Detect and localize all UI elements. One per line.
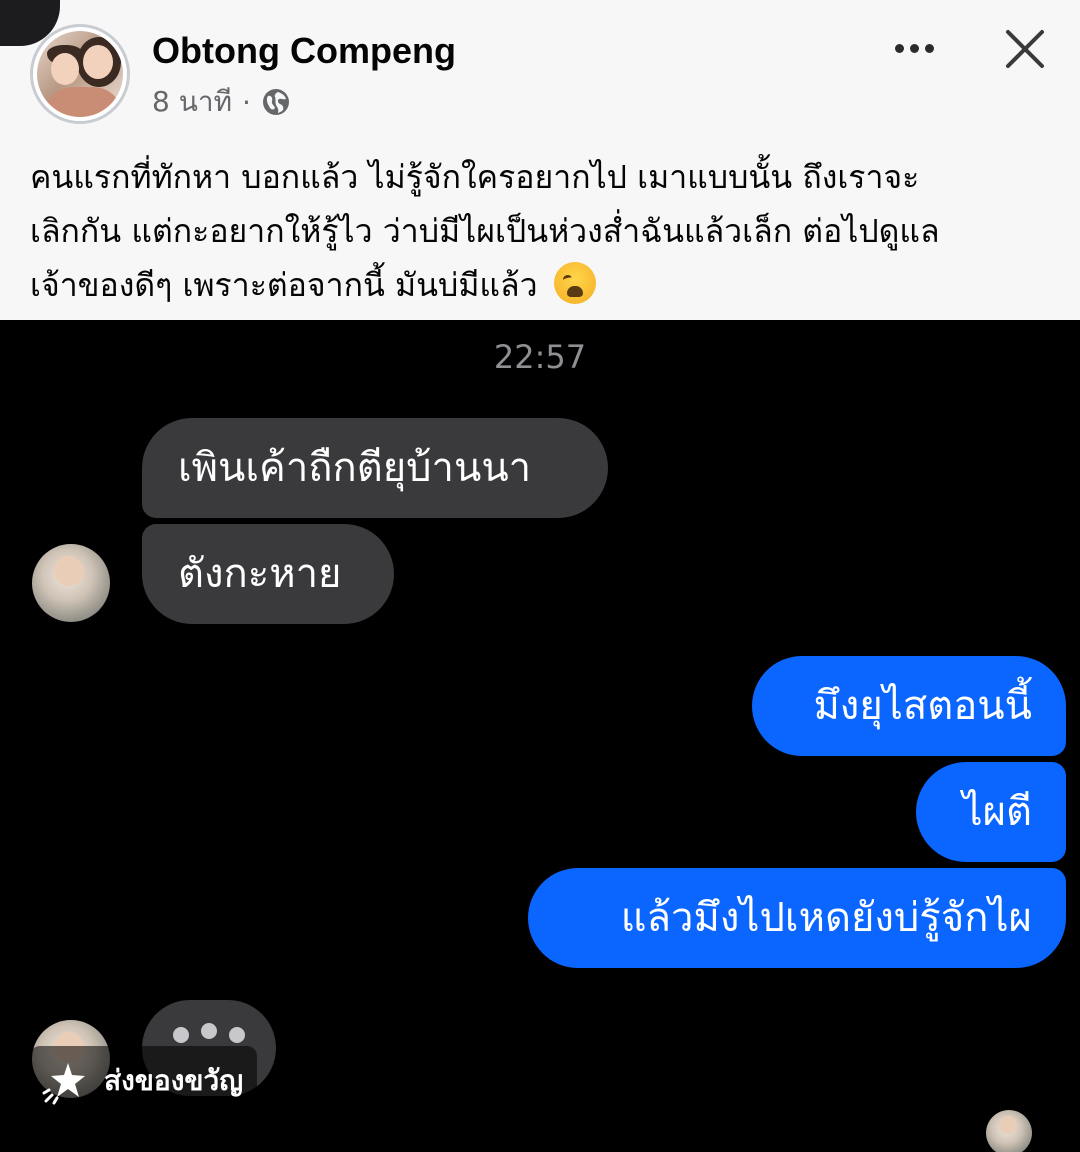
incoming-message-bubble: เพินเค้าถืกตียุบ้านนา [142, 418, 608, 518]
post-meta: 8 นาที · [152, 80, 291, 124]
contact-avatar [32, 544, 110, 622]
typing-dot-icon [173, 1027, 189, 1043]
typing-dot-icon [201, 1023, 217, 1039]
seen-receipt-avatar [986, 1110, 1032, 1152]
meta-separator: · [242, 85, 251, 119]
post-card: Obtong Compeng 8 นาที · คนแรกที่ทักหา บอ… [0, 0, 1080, 320]
avatar-photo [37, 31, 123, 117]
more-options-button[interactable] [888, 26, 940, 70]
typing-dot-icon [229, 1027, 245, 1043]
post-caption: คนแรกที่ทักหา บอกแล้ว ไม่รู้จักใครอยากไป… [30, 150, 1060, 312]
dot-icon [909, 43, 919, 53]
post-time[interactable]: 8 นาที [152, 80, 232, 124]
incoming-message-bubble: ตังกะหาย [142, 524, 394, 624]
close-icon[interactable] [1002, 26, 1048, 72]
sparkle-star-icon [42, 1063, 85, 1105]
chat-screenshot: 22:57 เพินเค้าถืกตียุบ้านนา ตังกะหาย มึง… [0, 320, 1080, 1152]
caption-line: เลิกกัน แต่กะอยากให้รู้ไว ว่าบ่มีไผเป็นห… [30, 212, 940, 250]
weary-face-emoji [553, 262, 596, 304]
caption-line-text: เจ้าของดีๆ เพราะต่อจากนี้ มันบ่มีแล้ว [30, 266, 538, 304]
caption-line: คนแรกที่ทักหา บอกแล้ว ไม่รู้จักใครอยากไป… [30, 158, 920, 196]
dot-icon [924, 43, 934, 53]
dot-icon [894, 43, 904, 53]
send-gift-button[interactable]: ส่งของขวัญ [30, 1046, 258, 1116]
outgoing-message-bubble: แล้วมึงไปเหดยังบ่รู้จักไผ [528, 868, 1066, 968]
chat-timestamp: 22:57 [493, 338, 587, 376]
outgoing-message-bubble: มึงยุไสตอนนี้ [752, 656, 1066, 756]
author-name[interactable]: Obtong Compeng [152, 30, 456, 72]
send-gift-label: ส่งของขวัญ [104, 1064, 244, 1097]
author-avatar[interactable] [30, 24, 130, 124]
globe-icon[interactable] [261, 87, 291, 117]
outgoing-message-bubble: ไผตี [916, 762, 1066, 862]
caption-line: เจ้าของดีๆ เพราะต่อจากนี้ มันบ่มีแล้ว [30, 258, 1060, 312]
